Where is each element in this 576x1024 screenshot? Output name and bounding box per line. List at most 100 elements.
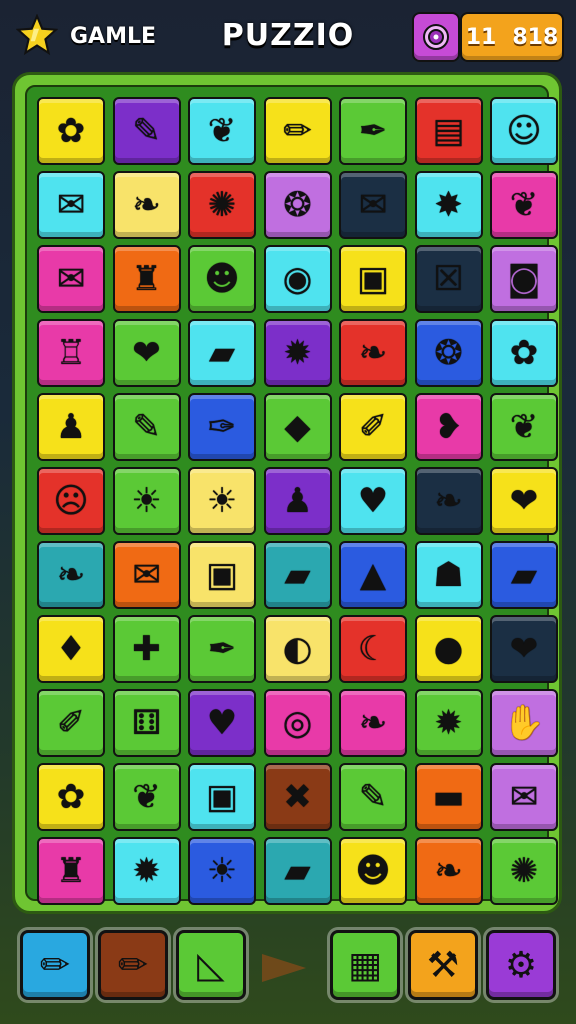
tile-r1-c7[interactable]: ☺ xyxy=(490,97,558,165)
tile-r11-c1[interactable]: ♜ xyxy=(37,837,105,905)
tile-r2-c1[interactable]: ✉ xyxy=(37,171,105,239)
envelope-open-icon: ✉ xyxy=(358,185,388,225)
tile-r8-c2[interactable]: ✚ xyxy=(112,615,181,683)
tile-r1-c2[interactable]: ✎ xyxy=(112,97,181,165)
tile-r4-c3[interactable]: ▰ xyxy=(188,319,256,387)
tile-r2-c4[interactable]: ❂ xyxy=(263,171,332,239)
tile-r4-c4[interactable]: ✹ xyxy=(263,319,332,387)
tile-r3-c4[interactable]: ◉ xyxy=(263,245,332,313)
tile-r1-c3[interactable]: ❦ xyxy=(188,97,256,165)
tile-r9-c7[interactable]: ✋ xyxy=(490,689,558,757)
tile-r5-c1[interactable]: ♟ xyxy=(37,393,105,461)
sun-icon: ☀ xyxy=(206,481,238,521)
tile-r6-c5[interactable]: ♥ xyxy=(339,467,407,535)
tile-r3-c3[interactable]: ☻ xyxy=(188,245,256,313)
tile-r3-c1[interactable]: ✉ xyxy=(37,245,105,313)
onion-icon: ♦ xyxy=(55,629,87,669)
tile-r5-c2[interactable]: ✎ xyxy=(112,393,181,461)
tile-r7-c6[interactable]: ☗ xyxy=(414,541,483,609)
tile-r6-c4[interactable]: ♟ xyxy=(263,467,332,535)
tile-r9-c2[interactable]: ⚅ xyxy=(112,689,181,757)
tile-r7-c3[interactable]: ▣ xyxy=(188,541,256,609)
tile-r11-c4[interactable]: ▰ xyxy=(263,837,332,905)
tile-r4-c1[interactable]: ♖ xyxy=(37,319,105,387)
tile-r11-c2[interactable]: ✹ xyxy=(112,837,181,905)
cake-stand-icon: ♜ xyxy=(131,259,162,299)
tile-r9-c6[interactable]: ✹ xyxy=(414,689,483,757)
disc-icon: ▬ xyxy=(432,777,465,817)
tile-r4-c6[interactable]: ❂ xyxy=(414,319,483,387)
tile-r7-c1[interactable]: ❧ xyxy=(37,541,105,609)
tile-r8-c3[interactable]: ✒ xyxy=(188,615,256,683)
tile-r3-c2[interactable]: ♜ xyxy=(112,245,181,313)
tile-r10-c7[interactable]: ✉ xyxy=(490,763,558,831)
banana-icon: ☾ xyxy=(357,629,389,669)
tile-r8-c7[interactable]: ❤ xyxy=(490,615,558,683)
tile-r8-c5[interactable]: ☾ xyxy=(339,615,407,683)
tile-r5-c5[interactable]: ✐ xyxy=(339,393,407,461)
tile-r9-c5[interactable]: ❧ xyxy=(339,689,407,757)
tile-r5-c3[interactable]: ✑ xyxy=(188,393,256,461)
ruler-square-button[interactable]: ◺ xyxy=(176,930,246,1000)
tile-r5-c4[interactable]: ◆ xyxy=(263,393,332,461)
tile-r10-c5[interactable]: ✎ xyxy=(339,763,407,831)
tile-r2-c6[interactable]: ✸ xyxy=(414,171,483,239)
settings-gear-button[interactable]: ⚙ xyxy=(486,930,556,1000)
tile-r9-c1[interactable]: ✐ xyxy=(37,689,105,757)
tile-r6-c2[interactable]: ☀ xyxy=(112,467,181,535)
tile-r11-c6[interactable]: ❧ xyxy=(414,837,483,905)
tile-r3-c7[interactable]: ◙ xyxy=(490,245,558,313)
ring-target-button[interactable] xyxy=(412,12,460,62)
bottle-icon: ♟ xyxy=(55,407,87,447)
tile-r10-c3[interactable]: ▣ xyxy=(188,763,256,831)
snail-icon: ◐ xyxy=(282,629,313,669)
tile-r2-c5[interactable]: ✉ xyxy=(339,171,407,239)
tile-r3-c5[interactable]: ▣ xyxy=(339,245,407,313)
tile-r8-c1[interactable]: ♦ xyxy=(37,615,105,683)
robot-face-icon: ☹ xyxy=(53,481,89,521)
berry-icon: ❦ xyxy=(132,777,161,817)
tile-r7-c2[interactable]: ✉ xyxy=(112,541,181,609)
tile-r2-c7[interactable]: ❦ xyxy=(490,171,558,239)
tile-r10-c6[interactable]: ▬ xyxy=(414,763,483,831)
tile-r11-c5[interactable]: ☻ xyxy=(339,837,407,905)
tile-r2-c2[interactable]: ❧ xyxy=(112,171,181,239)
tile-r11-c7[interactable]: ✺ xyxy=(490,837,558,905)
heart-fruit-icon: ♥ xyxy=(357,481,389,521)
tile-r10-c4[interactable]: ✖ xyxy=(263,763,332,831)
tile-r1-c5[interactable]: ✒ xyxy=(339,97,407,165)
tile-r1-c4[interactable]: ✏ xyxy=(263,97,332,165)
tile-r7-c5[interactable]: ▲ xyxy=(339,541,407,609)
tools-button[interactable]: ⚒ xyxy=(408,930,478,1000)
tile-r6-c3[interactable]: ☀ xyxy=(188,467,256,535)
tile-r4-c2[interactable]: ❤ xyxy=(112,319,181,387)
tile-r9-c4[interactable]: ◎ xyxy=(263,689,332,757)
tile-r5-c6[interactable]: ❥ xyxy=(414,393,483,461)
tile-r10-c1[interactable]: ✿ xyxy=(37,763,105,831)
tile-r6-c1[interactable]: ☹ xyxy=(37,467,105,535)
tile-r9-c3[interactable]: ♥ xyxy=(188,689,256,757)
tile-r5-c7[interactable]: ❦ xyxy=(490,393,558,461)
tile-r2-c3[interactable]: ✺ xyxy=(188,171,256,239)
tile-r10-c2[interactable]: ❦ xyxy=(112,763,181,831)
cash-register-button[interactable]: ▦ xyxy=(330,930,400,1000)
tile-r11-c3[interactable]: ☀ xyxy=(188,837,256,905)
tile-r7-c4[interactable]: ▰ xyxy=(263,541,332,609)
tile-r1-c1[interactable]: ✿ xyxy=(37,97,105,165)
glove-icon: ✋ xyxy=(502,703,546,743)
tile-r8-c4[interactable]: ◐ xyxy=(263,615,332,683)
tile-r4-c5[interactable]: ❧ xyxy=(339,319,407,387)
arrow-right-icon xyxy=(262,954,306,982)
box-icon: ▣ xyxy=(205,777,239,817)
tile-r6-c7[interactable]: ❤ xyxy=(490,467,558,535)
tile-r8-c6[interactable]: ● xyxy=(414,615,483,683)
tile-r7-c7[interactable]: ▰ xyxy=(490,541,558,609)
tile-r6-c6[interactable]: ❧ xyxy=(414,467,483,535)
pencil-red-button[interactable]: ✏ xyxy=(20,930,90,1000)
tile-r4-c7[interactable]: ✿ xyxy=(490,319,558,387)
tile-r1-c6[interactable]: ▤ xyxy=(414,97,483,165)
tile-r3-c6[interactable]: ☒ xyxy=(414,245,483,313)
smile-face-icon: ☺ xyxy=(506,111,542,151)
pencil-button[interactable]: ✏ xyxy=(98,930,168,1000)
gear-icon: ✹ xyxy=(132,851,161,891)
